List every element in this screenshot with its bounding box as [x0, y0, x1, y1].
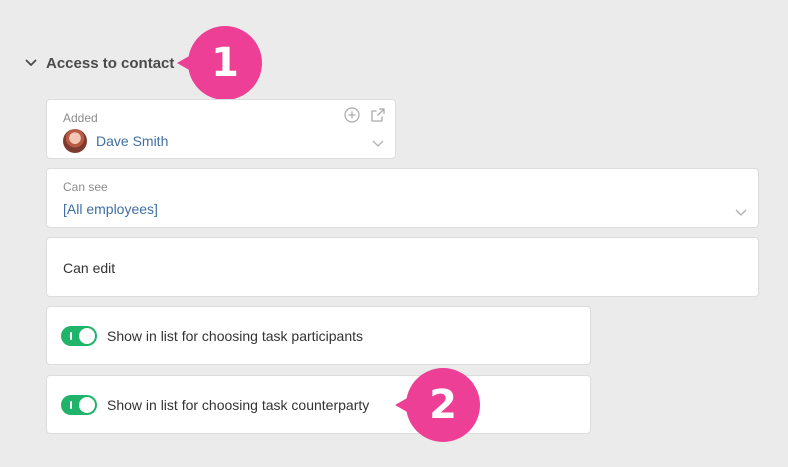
plus-circle-icon[interactable] — [343, 106, 361, 124]
avatar — [63, 129, 87, 153]
added-label: Added — [63, 111, 98, 125]
counterparty-toggle-label: Show in list for choosing task counterpa… — [107, 397, 370, 413]
chevron-down-icon — [24, 56, 38, 70]
can-edit-field[interactable]: Can edit — [46, 237, 759, 297]
chevron-down-icon[interactable] — [734, 207, 748, 217]
section-title: Access to contact — [46, 54, 175, 72]
participants-toggle-row: Show in list for choosing task participa… — [46, 306, 591, 365]
user-name-link[interactable]: Dave Smith — [96, 133, 168, 149]
external-link-icon[interactable] — [369, 106, 387, 124]
chevron-down-icon[interactable] — [371, 138, 385, 148]
callout-badge-1: 1 — [177, 26, 262, 100]
counterparty-toggle-switch[interactable] — [61, 395, 97, 415]
participants-toggle-switch[interactable] — [61, 326, 97, 346]
can-see-field[interactable]: Can see [All employees] — [46, 168, 759, 228]
callout-badge-2: 2 — [395, 368, 480, 442]
participants-toggle-label: Show in list for choosing task participa… — [107, 328, 364, 344]
added-user[interactable]: Dave Smith — [63, 129, 168, 153]
counterparty-toggle-row: Show in list for choosing task counterpa… — [46, 375, 591, 434]
section-toggle-access-to-contact[interactable]: Access to contact — [24, 52, 174, 74]
can-edit-label: Can edit — [63, 260, 116, 276]
can-see-value[interactable]: [All employees] — [63, 201, 158, 217]
added-by-field[interactable]: Added Dave Smith — [46, 99, 396, 159]
can-see-label: Can see — [63, 180, 108, 194]
